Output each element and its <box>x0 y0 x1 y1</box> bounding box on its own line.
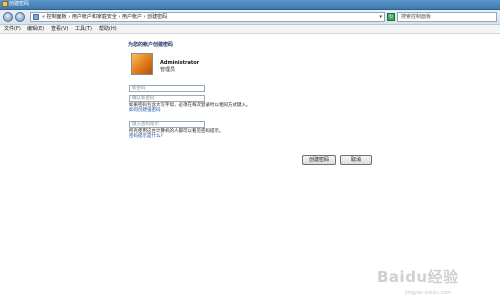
menu-help[interactable]: 帮助(H) <box>99 26 117 32</box>
address-toolbar: ‹ › « 控制面板 › 用户帐户和家庭安全 › 用户帐户 › 创建密码 ▾ ↻… <box>0 10 500 25</box>
menu-tools[interactable]: 工具(T) <box>75 26 92 32</box>
breadcrumb[interactable]: « 控制面板 › 用户帐户和家庭安全 › 用户帐户 › 创建密码 <box>42 14 167 21</box>
forward-button[interactable]: › <box>15 12 25 22</box>
window-titlebar: 创建密码 <box>0 0 500 10</box>
search-input[interactable]: 搜索控制面板 <box>397 12 497 22</box>
menu-view[interactable]: 查看(V) <box>51 26 68 32</box>
strong-password-link[interactable]: 如何创建强密码 <box>129 108 161 113</box>
chevron-down-icon[interactable]: ▾ <box>379 13 382 21</box>
menu-edit[interactable]: 编辑(E) <box>27 26 44 32</box>
watermark-logo: Baidu经验 <box>377 268 459 286</box>
page-title: 为您的帐户创建密码 <box>128 42 174 48</box>
app-icon <box>2 1 8 7</box>
address-field[interactable]: « 控制面板 › 用户帐户和家庭安全 › 用户帐户 › 创建密码 ▾ <box>30 12 385 22</box>
password-hint-help-link[interactable]: 密码提示是什么? <box>129 134 163 139</box>
menu-file[interactable]: 文件(F) <box>4 26 21 32</box>
watermark-url: jingyan.baidu.com <box>405 290 452 296</box>
confirm-password-input[interactable]: 确认新密码 <box>129 95 205 102</box>
create-password-button[interactable]: 创建密码 <box>302 155 336 165</box>
password-hint-input[interactable]: 键入密码提示 <box>129 121 205 128</box>
window-title: 创建密码 <box>9 1 30 7</box>
user-role: 管理员 <box>160 67 176 73</box>
refresh-button[interactable]: ↻ <box>387 13 395 21</box>
content-pane: 为您的帐户创建密码 Administrator 管理员 新密码 确认新密码 如果… <box>0 34 500 296</box>
menu-bar: 文件(F) 编辑(E) 查看(V) 工具(T) 帮助(H) <box>0 25 500 34</box>
cancel-button[interactable]: 取消 <box>340 155 372 165</box>
user-avatar <box>131 53 153 75</box>
new-password-input[interactable]: 新密码 <box>129 85 205 92</box>
control-panel-icon <box>33 14 39 20</box>
back-button[interactable]: ‹ <box>3 12 13 22</box>
